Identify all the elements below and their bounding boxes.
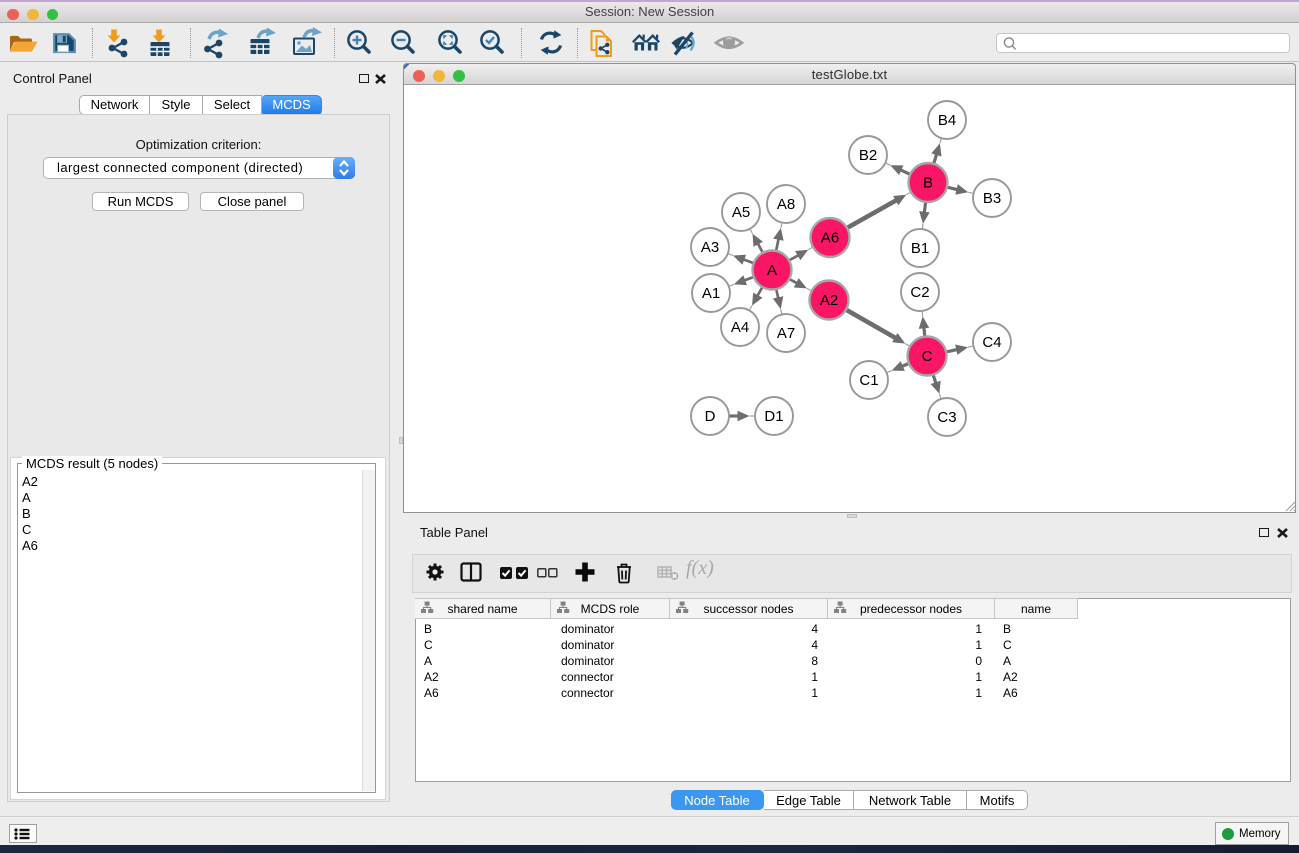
svg-text:C2: C2: [910, 284, 929, 301]
svg-text:A5: A5: [732, 204, 750, 221]
svg-text:A8: A8: [777, 196, 795, 213]
svg-text:A3: A3: [701, 239, 719, 256]
svg-text:B: B: [923, 175, 933, 192]
svg-text:B4: B4: [938, 112, 956, 129]
svg-text:A4: A4: [731, 319, 749, 336]
svg-text:B2: B2: [859, 147, 877, 164]
svg-text:B1: B1: [911, 240, 929, 257]
svg-text:C4: C4: [982, 334, 1001, 351]
svg-text:D: D: [705, 408, 716, 425]
svg-text:B3: B3: [983, 190, 1001, 207]
svg-text:A: A: [767, 262, 777, 279]
svg-text:C1: C1: [859, 372, 878, 389]
svg-text:A2: A2: [820, 292, 838, 309]
svg-text:D1: D1: [764, 408, 783, 425]
svg-text:C3: C3: [937, 409, 956, 426]
svg-text:C: C: [922, 348, 933, 365]
svg-text:A1: A1: [702, 285, 720, 302]
svg-text:A6: A6: [821, 230, 839, 247]
svg-text:A7: A7: [777, 325, 795, 342]
